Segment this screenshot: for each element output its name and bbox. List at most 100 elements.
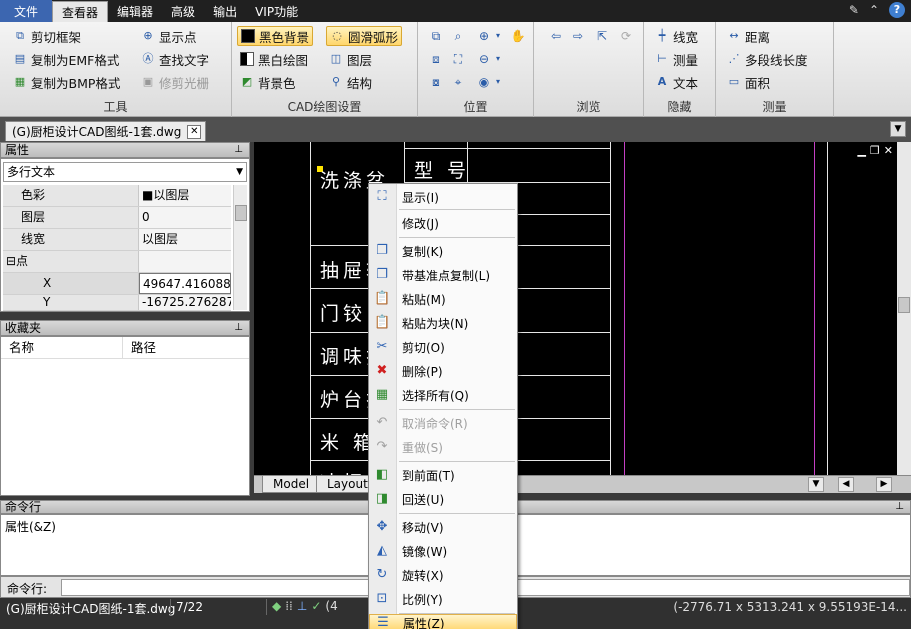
black-background-button[interactable]: 黑色背景 [237,26,314,46]
menu-viewer[interactable]: 查看器 [52,1,109,22]
property-row[interactable]: 线宽 以图层 [3,229,231,251]
menu-vip[interactable]: VIP功能 [246,0,307,22]
palette-icon: ◩ [241,75,253,88]
copy-bmp-button[interactable]: ▦ 复制为BMP格式 [10,72,123,92]
trim-raster-button[interactable]: ▣ 修剪光栅 [138,72,212,92]
export-icon[interactable]: ⇱ [594,28,610,44]
text-toggle-button[interactable]: A 文本 [652,72,701,92]
cad-text[interactable]: 门铰 [320,299,366,326]
menu-output[interactable]: 输出 [204,0,246,22]
tab-model[interactable]: Model [262,476,321,493]
show-points-button[interactable]: ⊕ 显示点 [138,26,200,46]
ctx-properties[interactable]: ☰ 属性(Z) [369,614,517,629]
ctx-mirror[interactable]: ◭ 镜像(W) [369,540,517,562]
measure-toggle-button[interactable]: ⊢ 测量 [652,49,701,69]
background-color-button[interactable]: ◩ 背景色 [237,72,299,92]
properties-scrollbar[interactable] [233,185,247,310]
polyline-length-button[interactable]: ⋰ 多段线长度 [724,49,811,69]
cad-text[interactable]: 冰柜 [320,468,366,475]
drawing-canvas[interactable]: 洗涤盆 型 号 抽屉轨 门铰 调味拉 炉台拉 米 箱 冰柜 ▁ ❐ ✕ [254,142,911,475]
ctx-copy-with-base[interactable]: ❐ 带基准点复制(L) [369,264,517,286]
column-path-header[interactable]: 路径 [123,337,156,358]
snap-icon[interactable]: ◆ [272,599,281,613]
paste-block-icon: 📋 [374,315,391,330]
arrow-right-icon[interactable]: ⇨ [570,28,586,44]
distance-button[interactable]: ↔ 距离 [724,26,773,46]
column-name-header[interactable]: 名称 [1,337,123,358]
ctx-show[interactable]: ⛶ 显示(I) [369,186,517,208]
polar-icon[interactable]: ✓ [311,599,321,613]
clip-frame-button[interactable]: ⧉ 剪切框架 [10,26,84,46]
structure-button[interactable]: ⚲ 结构 [326,72,375,92]
ctx-modify[interactable]: 修改(J) [369,212,517,234]
chevron-down-icon[interactable]: ▼ [808,477,824,492]
chevron-down-icon[interactable]: ▾ [490,51,506,67]
scroll-left-icon[interactable]: ◀ [838,477,854,492]
restore-icon[interactable]: ❐ [870,144,880,157]
cad-text[interactable]: 型 号 [414,156,470,183]
document-tab[interactable]: (G)厨柜设计CAD图纸-1套.dwg ✕ [5,121,207,141]
minimize-icon[interactable]: ▁ [857,144,865,157]
menu-editor[interactable]: 编辑器 [108,0,162,22]
close-icon[interactable]: ✕ [187,124,202,139]
zoom-prev-icon[interactable]: ⧇ [428,74,444,90]
property-row[interactable]: X 49647.41608859 [3,273,231,295]
ctx-rotate[interactable]: ↻ 旋转(X) [369,564,517,586]
menu-advanced[interactable]: 高级 [162,0,204,22]
ctx-delete[interactable]: ✖ 删除(P) [369,360,517,382]
smooth-arc-button[interactable]: ◌ 圆滑弧形 [326,26,403,46]
collapse-ribbon-icon[interactable]: ⌃ [869,3,879,17]
ctx-paste-as-block[interactable]: 📋 粘贴为块(N) [369,312,517,334]
chevron-down-icon[interactable]: ▾ [490,28,506,44]
menu-file[interactable]: 文件 [0,0,53,22]
canvas-vertical-scrollbar[interactable] [897,142,911,475]
select-all-icon: ▦ [375,387,389,402]
ctx-scale[interactable]: ⊡ 比例(Y) [369,588,517,610]
ctx-redo[interactable]: ↷ 重做(S) [369,436,517,458]
ctx-select-all[interactable]: ▦ 选择所有(Q) [369,384,517,406]
ctx-send-back[interactable]: ◨ 回送(U) [369,488,517,510]
ctx-undo[interactable]: ↶ 取消命令(R) [369,412,517,434]
scrollbar-thumb[interactable] [235,205,247,221]
property-row[interactable]: 色彩 ■以图层 [3,185,231,207]
zoom-realtime-icon[interactable]: ⌖ [450,74,466,90]
find-text-button[interactable]: Ⓐ 查找文字 [138,49,212,69]
refresh-icon[interactable]: ⟳ [618,28,634,44]
arrow-left-icon[interactable]: ⇦ [548,28,564,44]
layers-button[interactable]: ◫ 图层 [326,49,375,69]
line-width-button[interactable]: ┿ 线宽 [652,26,701,46]
ortho-icon[interactable]: ⊥ [297,599,307,613]
grid-icon[interactable]: ⁞⁞ [285,599,293,613]
brush-icon[interactable]: ✎ [849,3,859,17]
scrollbar-thumb[interactable] [898,297,910,313]
zoom-extents-icon[interactable]: ⧈ [428,51,444,67]
magenta-line [814,142,815,475]
pin-icon[interactable]: ⊥ [234,143,243,157]
chevron-down-icon[interactable]: ▼ [890,121,906,137]
ctx-copy[interactable]: ❐ 复制(K) [369,240,517,262]
magenta-line [624,142,625,475]
area-button[interactable]: ▭ 面积 [724,72,773,92]
ctx-bring-to-front[interactable]: ◧ 到前面(T) [369,464,517,486]
property-row[interactable]: 图层 0 [3,207,231,229]
scroll-right-icon[interactable]: ▶ [876,477,892,492]
property-group-row[interactable]: ⊟点 [3,251,231,273]
zoom-window-icon[interactable]: ⧉ [428,28,444,44]
ctx-cut[interactable]: ✂ 剪切(O) [369,336,517,358]
chevron-down-icon[interactable]: ▾ [490,74,506,90]
pin-icon[interactable]: ⊥ [234,321,243,335]
ctx-paste[interactable]: 📋 粘贴(M) [369,288,517,310]
bw-drawing-button[interactable]: 黑白绘图 [237,49,311,69]
ctx-move[interactable]: ✥ 移动(V) [369,516,517,538]
zoom-select-icon[interactable]: ⌕ [450,28,466,44]
object-type-select[interactable]: 多行文本 ▼ [3,162,247,182]
pan-hand-icon[interactable]: ✋ [510,28,526,44]
pin-icon[interactable]: ⊥ [895,501,904,513]
ribbon-group-label: 位置 [463,100,488,114]
property-row[interactable]: Y -16725.27628704 [3,295,231,311]
copy-emf-button[interactable]: ▤ 复制为EMF格式 [10,49,122,69]
close-icon[interactable]: ✕ [884,144,893,157]
help-icon[interactable]: ? [889,2,905,18]
fit-icon[interactable]: ⛶ [450,51,466,67]
ribbon-group-browse: ⇦ ⇨ ⇱ ⟳ 浏览 [534,22,644,117]
